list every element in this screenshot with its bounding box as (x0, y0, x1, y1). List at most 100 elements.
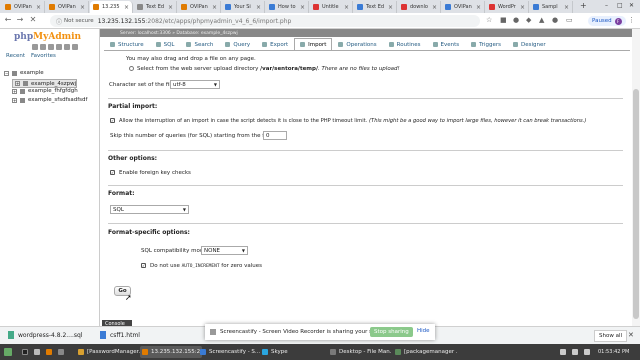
tree-item[interactable]: + example_fhfgfdgh (12, 88, 78, 94)
close-tab-icon[interactable]: × (78, 4, 85, 11)
browser-tab[interactable]: Untitle × (310, 1, 353, 13)
extension-icon[interactable]: ● (513, 16, 519, 24)
nav-tab-recent[interactable]: Recent (6, 53, 25, 59)
browser-tab[interactable]: Your Si × (222, 1, 265, 13)
phpmyadmin-logo[interactable]: phpMyAdmin (14, 32, 81, 42)
tab-designer[interactable]: Designer (507, 38, 552, 50)
close-window-icon[interactable]: ✕ (629, 2, 634, 9)
extension-icon[interactable]: ■ (500, 16, 507, 24)
volume-icon[interactable] (572, 346, 581, 358)
close-icon[interactable]: ✕ (628, 331, 634, 339)
taskbar-item[interactable]: Desktop - File Man... (330, 346, 392, 358)
scrollbar-thumb[interactable] (633, 89, 639, 319)
maximize-icon[interactable]: □ (617, 2, 623, 9)
cast-icon[interactable]: ▭ (566, 16, 573, 24)
browser-tab[interactable]: OVIPan × (442, 1, 485, 13)
forward-icon[interactable]: → (15, 15, 25, 24)
stop-loading-icon[interactable]: ✕ (28, 15, 38, 24)
tab-operations[interactable]: Operations (332, 38, 382, 50)
tab-search[interactable]: Search (180, 38, 219, 50)
search-icon[interactable] (58, 346, 67, 358)
close-tab-icon[interactable]: × (34, 4, 41, 11)
browser-tab[interactable]: downlo × (398, 1, 441, 13)
collapse-icon[interactable]: − (4, 70, 9, 76)
close-tab-icon[interactable]: × (166, 4, 173, 11)
download-item[interactable]: wordpress-4.8.2....sql (8, 331, 83, 339)
browser-tab[interactable]: OVIPan × (2, 1, 45, 13)
network-icon[interactable] (560, 346, 569, 358)
nav-tab-favorites[interactable]: Favorites (31, 53, 56, 59)
download-item[interactable]: csff1.html (100, 331, 140, 339)
browser-tab[interactable]: How to × (266, 1, 309, 13)
not-secure-label[interactable]: Not secure (64, 18, 94, 24)
minimize-icon[interactable]: – (605, 2, 608, 9)
profile-paused-button[interactable]: Paused F (588, 16, 626, 26)
browser-tab[interactable]: Text Ed × (354, 1, 397, 13)
hide-banner-button[interactable]: Hide (417, 328, 430, 334)
taskbar-item[interactable]: Skype (262, 346, 288, 358)
tab-routines[interactable]: Routines (383, 38, 427, 50)
allow-interrupt-checkbox[interactable]: ✓ (110, 118, 115, 123)
tab-import[interactable]: Import (294, 38, 333, 50)
charset-select[interactable]: utf-8 ▼ (170, 80, 220, 89)
tab-triggers[interactable]: Triggers (465, 38, 507, 50)
url-field[interactable]: ⓘ Not secure 13.235.132.155:2082/etc/app… (50, 15, 480, 27)
no-auto-increment-checkbox[interactable]: ✓ (141, 263, 146, 268)
taskbar-item[interactable]: Screencastify - S... (200, 346, 260, 358)
help-icon[interactable] (48, 44, 54, 50)
close-tab-icon[interactable]: × (562, 4, 569, 11)
logout-icon[interactable] (40, 44, 46, 50)
home-icon[interactable] (32, 44, 38, 50)
tree-item[interactable]: − example (4, 70, 44, 76)
tab-sql[interactable]: SQL (150, 38, 181, 50)
browser-icon[interactable] (46, 346, 55, 358)
upload-dir-radio[interactable] (129, 66, 134, 71)
new-tab-icon[interactable]: + (580, 1, 587, 10)
settings-icon[interactable] (64, 44, 70, 50)
bookmark-star-icon[interactable]: ☆ (486, 16, 492, 24)
browser-tab[interactable]: Sampl × (530, 1, 573, 13)
extension-icon[interactable]: ◆ (526, 16, 531, 24)
expand-icon[interactable]: + (15, 81, 20, 86)
start-menu-icon[interactable] (4, 346, 16, 358)
taskbar-item[interactable]: [packagemanager ... (395, 346, 457, 358)
close-tab-icon[interactable]: × (210, 4, 217, 11)
reload-icon[interactable] (72, 44, 78, 50)
close-tab-icon[interactable]: × (430, 4, 437, 11)
docs-icon[interactable] (56, 44, 62, 50)
sql-compat-select[interactable]: NONE ▼ (201, 246, 248, 255)
expand-icon[interactable]: + (12, 97, 17, 103)
browser-tab[interactable]: Text Ed × (134, 1, 177, 13)
back-icon[interactable]: ← (3, 15, 13, 24)
browser-tab[interactable]: 13.235 × (90, 1, 133, 13)
terminal-icon[interactable] (22, 346, 31, 358)
foreign-keys-checkbox[interactable]: ✓ (110, 170, 115, 175)
close-tab-icon[interactable]: × (474, 4, 481, 11)
tab-structure[interactable]: Structure (104, 38, 150, 50)
close-tab-icon[interactable]: × (298, 4, 305, 11)
tree-item[interactable]: + example_sfsdfsadfsdf (12, 97, 87, 103)
close-tab-icon[interactable]: × (342, 4, 349, 11)
browser-tab[interactable]: OVIPan × (178, 1, 221, 13)
expand-icon[interactable]: + (12, 88, 17, 94)
close-tab-icon[interactable]: × (386, 4, 393, 11)
close-tab-icon[interactable]: × (518, 4, 525, 11)
tab-query[interactable]: Query (219, 38, 256, 50)
tree-item[interactable]: + example_4szpwj (12, 79, 78, 88)
browser-tab[interactable]: WordPr × (486, 1, 529, 13)
tab-events[interactable]: Events (427, 38, 466, 50)
extension-icon[interactable]: ● (552, 16, 558, 24)
files-icon[interactable] (34, 346, 43, 358)
close-tab-icon[interactable]: × (254, 4, 261, 11)
browser-tab[interactable]: OVIPan × (46, 1, 89, 13)
tab-export[interactable]: Export (256, 38, 294, 50)
stop-sharing-button[interactable]: Stop sharing (370, 327, 413, 337)
close-tab-icon[interactable]: × (122, 4, 129, 11)
show-all-downloads-button[interactable]: Show all (594, 330, 628, 342)
menu-icon[interactable]: ⋮ (628, 16, 635, 24)
taskbar-item[interactable]: 13.235.132.155:2... (140, 346, 202, 358)
not-secure-icon[interactable]: ⓘ (56, 17, 62, 26)
taskbar-item[interactable]: [PasswordManager... (78, 346, 140, 358)
page-scrollbar[interactable] (632, 29, 640, 329)
format-select[interactable]: SQL ▼ (110, 205, 189, 214)
